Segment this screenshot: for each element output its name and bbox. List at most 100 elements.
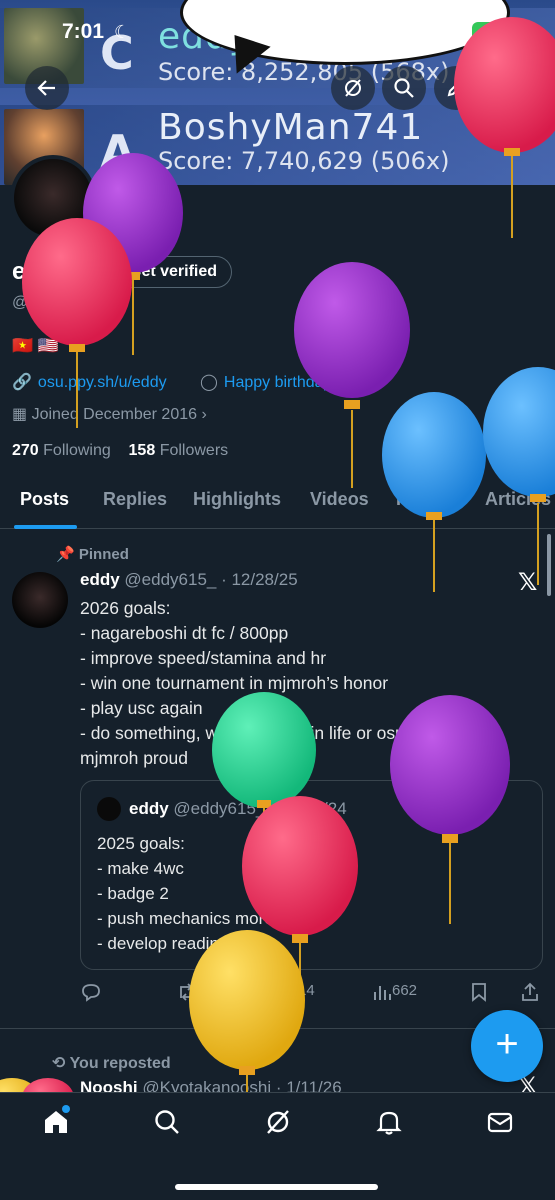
tab-replies[interactable]: Replies [103,489,167,510]
grok-icon [345,79,361,97]
post-author[interactable]: eddy [80,570,120,589]
share-icon [499,78,515,97]
followers-count: 158 [128,442,156,459]
quoted-author: eddy [129,799,169,818]
plus-icon: + [495,1022,519,1066]
quoted-body: 2025 goals: - make 4wc - badge 2 - push … [97,831,274,956]
x-logo-icon: 𝕏 [518,569,538,596]
balloon-red [22,218,132,428]
share-icon [522,982,538,1001]
pin-icon: 📌 [56,546,75,563]
following-label: Following [43,442,111,459]
quoted-post[interactable]: eddy @eddy615_ · 12/17/24 2025 goals: - … [80,780,543,970]
back-button[interactable] [25,66,69,110]
nav-search[interactable] [147,1107,187,1147]
battery-indicator: 100 [472,22,510,42]
link-icon: 🔗 [12,374,32,391]
repost-label: ⟲ You reposted [52,1053,171,1073]
tab-photos[interactable]: Photos [396,489,457,510]
nav-messages[interactable] [480,1107,520,1147]
bookmark-button[interactable] [470,982,488,1006]
repost-button[interactable]: 1 [176,982,206,1002]
pencil-icon [447,79,465,97]
moon-icon: ☾ [114,22,131,42]
quoted-line: - badge 2 [97,884,169,903]
profile-avatar[interactable] [10,155,96,241]
quoted-header: eddy @eddy615_ · 12/17/24 [129,799,347,819]
post-line: - nagareboshi dt fc / 800pp [80,623,289,643]
active-tab-indicator [14,525,77,529]
get-verified-button[interactable]: ✓ Get verified [90,256,233,288]
post-line: - improve speed/stamina and hr [80,648,327,668]
like-button[interactable]: 14 [276,982,315,1002]
tab-highlights[interactable]: Highlights [193,489,281,510]
post-line: - play usc again [80,698,203,718]
tab-posts[interactable]: Posts [20,489,69,510]
status-bar: 7:01 ☾ 100 [0,18,555,48]
quoted-line: 2025 goals: [97,834,185,853]
following-link[interactable]: 270 Following [12,442,111,459]
repost-icon [180,983,194,1001]
search-button[interactable] [382,66,426,110]
tab-videos[interactable]: Videos [310,489,369,510]
share-button[interactable] [485,66,529,110]
view-count: 662 [392,982,418,999]
repost-text: You reposted [69,1055,171,1072]
arrow-left-icon [37,80,55,96]
nav-notifications[interactable] [369,1107,409,1147]
following-count: 270 [12,442,39,459]
profile-name: eddy [12,258,69,285]
post-meta: @eddy615_ · 12/28/25 [124,570,298,589]
compose-post-button[interactable]: + [471,1010,543,1082]
quoted-meta: @eddy615_ · 12/17/24 [173,799,347,818]
followers-link[interactable]: 158 Followers [129,442,229,459]
status-time: 7:01 [62,20,105,43]
grok-button[interactable] [331,66,375,110]
get-verified-label: Get verified [129,263,218,280]
website-link[interactable]: osu.ppy.sh/u/eddy [38,374,167,391]
edit-button[interactable] [434,66,478,110]
balloon-icon: ◯ [200,374,218,391]
quoted-avatar [97,797,121,821]
post-line: - do something, whether it be in life or… [80,723,473,743]
nav-home[interactable] [36,1107,76,1147]
banner-rank: A [100,125,136,179]
post-line: 2026 goals: [80,598,171,618]
profile-handle: @eddy615_ [12,294,99,311]
home-indicator [175,1184,378,1190]
reply-button[interactable] [80,982,102,1006]
profile-joined[interactable]: ▦ Joined December 2016 › [12,404,207,424]
search-icon [394,78,414,98]
bar-chart-icon [374,986,391,1000]
profile-tabs: Posts Replies Highlights Videos Photos A… [0,475,555,529]
scrollbar[interactable] [547,534,551,596]
calendar-icon: ▦ [12,406,28,423]
post-body[interactable]: 2026 goals: - nagareboshi dt fc / 800pp … [80,596,540,771]
bell-icon [376,1111,402,1135]
verified-check-icon: ✓ [103,264,119,280]
tab-articles[interactable]: Articles [485,489,551,510]
share-post-button[interactable] [520,982,540,1006]
profile-website[interactable]: 🔗 osu.ppy.sh/u/eddy [12,372,167,392]
post-divider [0,1028,555,1029]
search-icon [155,1110,179,1134]
post-header: eddy @eddy615_ · 12/28/25 [80,570,298,590]
repost-count: 1 [198,982,207,999]
repost-icon: ⟲ [52,1055,66,1072]
pinned-text: Pinned [78,546,129,563]
profile-birthday[interactable]: ◯ Happy birthday! [200,372,336,392]
wifi-icon [436,20,460,46]
views-button[interactable]: 662 [372,982,417,1002]
grok-icon [267,1110,289,1134]
joined-text: Joined December 2016 [31,406,198,423]
follow-stats: 270 Following 158 Followers [12,442,228,460]
chevron-right-icon: › [201,406,207,423]
quoted-line: - develop reading... [97,934,243,953]
post-line: mjmroh proud [80,748,188,768]
heart-icon [277,983,297,1002]
profile-bio-flags: 🇻🇳 🇺🇸 [12,336,60,355]
post-avatar[interactable] [12,572,68,628]
nav-grok[interactable] [258,1107,298,1147]
bookmark-icon [472,983,486,1002]
post-actions: 1 14 662 [80,982,540,1004]
